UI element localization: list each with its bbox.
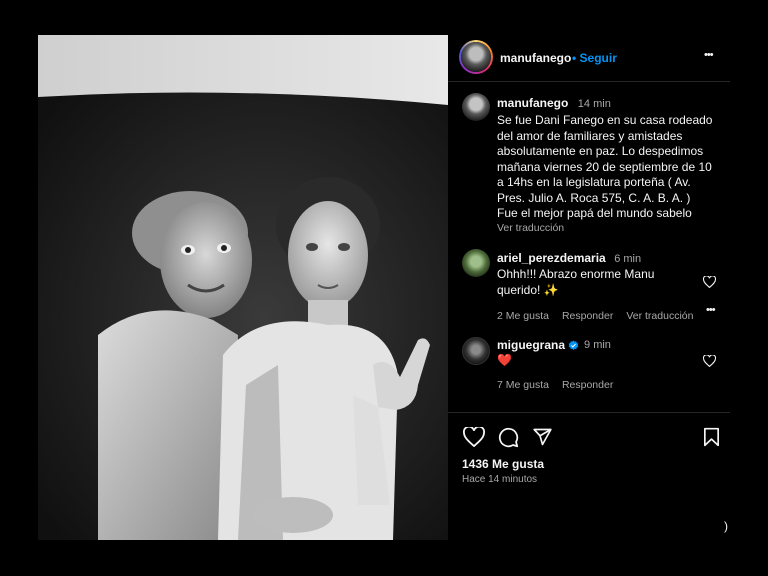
author-username[interactable]: manufanego xyxy=(500,51,571,65)
emoji-button-edge[interactable]: ) xyxy=(724,519,728,533)
caption-line: a 14hs en la legislatura porteña ( Av. xyxy=(497,175,691,189)
caption-line: absolutamente en paz. Lo despedimos xyxy=(497,144,704,158)
comment-like-button[interactable] xyxy=(701,353,717,369)
post-photo-image xyxy=(38,35,448,540)
share-button[interactable] xyxy=(530,426,554,448)
comment-text: Ohhh!!! Abrazo enorme Manu xyxy=(497,267,655,281)
comment-time: 9 min xyxy=(584,339,611,351)
comment-miguegrana: miguegrana 9 min ❤️ 7 Me gusta Responder xyxy=(497,338,725,391)
caption-line: del amor de familiares y amistades xyxy=(497,128,683,143)
comment-translate-link[interactable]: Ver traducción xyxy=(626,310,693,322)
comment-username[interactable]: miguegrana xyxy=(497,338,565,352)
comment-avatar[interactable] xyxy=(462,249,490,277)
more-options-button[interactable]: ••• xyxy=(704,49,714,61)
comment-likes[interactable]: 2 Me gusta xyxy=(497,310,549,322)
share-icon xyxy=(532,428,552,446)
posted-time: Hace 14 minutos xyxy=(462,474,538,485)
comment-text: querido! ✨ xyxy=(497,282,559,297)
comment-like-button[interactable] xyxy=(701,274,717,290)
heart-icon xyxy=(702,355,716,367)
instagram-post: manufanego • Seguir ••• manufanego 14 mi… xyxy=(38,35,730,540)
like-button[interactable] xyxy=(462,426,486,448)
comment-icon xyxy=(498,427,518,447)
reply-button[interactable]: Responder xyxy=(562,379,613,391)
post-photo[interactable] xyxy=(38,35,448,540)
follow-button[interactable]: • Seguir xyxy=(572,51,617,65)
likes-count[interactable]: 1436 Me gusta xyxy=(462,457,544,471)
reply-button[interactable]: Responder xyxy=(562,310,613,322)
comment-more-button[interactable]: ••• xyxy=(706,304,716,316)
actions-divider xyxy=(448,412,730,413)
save-button[interactable] xyxy=(701,426,721,448)
comment-text: ❤️ xyxy=(497,353,512,367)
post-header: manufanego • Seguir ••• xyxy=(448,35,730,82)
heart-icon xyxy=(702,276,716,288)
comment-username[interactable]: ariel_perezdemaria xyxy=(497,251,606,265)
caption-translate-link[interactable]: Ver traducción xyxy=(497,222,725,234)
caption-line: mañana viernes 20 de septiembre de 10 xyxy=(497,159,712,174)
heart-icon xyxy=(463,427,485,447)
caption-line: Fue el mejor papá del mundo sabelo xyxy=(497,206,692,220)
caption-line: Pres. Julio A. Roca 575, C. A. B. A. ) xyxy=(497,190,691,205)
bookmark-icon xyxy=(703,427,719,447)
comments-panel: manufanego • Seguir ••• manufanego 14 mi… xyxy=(448,35,730,540)
caption-time: 14 min xyxy=(577,98,611,110)
comment-ariel: ariel_perezdemaria 6 min Ohhh!!! Abrazo … xyxy=(497,249,725,322)
author-avatar[interactable] xyxy=(459,40,493,74)
comment-avatar[interactable] xyxy=(462,337,490,365)
caption-block: manufanego 14 min Se fue Dani Fanego en … xyxy=(497,94,725,234)
caption-username[interactable]: manufanego xyxy=(497,96,568,110)
comment-button[interactable] xyxy=(496,426,520,448)
caption-line: Se fue Dani Fanego en su casa rodeado xyxy=(497,113,713,127)
caption-avatar[interactable] xyxy=(462,93,490,121)
verified-badge-icon xyxy=(568,339,579,350)
comment-likes[interactable]: 7 Me gusta xyxy=(497,379,549,391)
comment-time: 6 min xyxy=(614,253,642,265)
